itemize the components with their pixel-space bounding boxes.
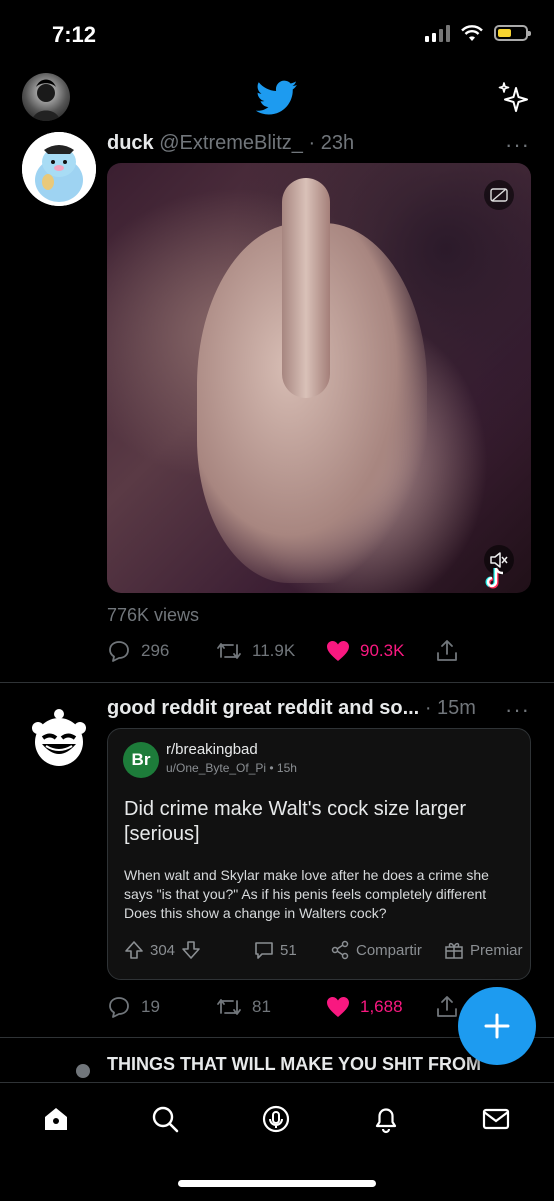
- more-options-button[interactable]: ···: [505, 697, 530, 723]
- search-icon: [152, 1106, 179, 1133]
- home-indicator: [178, 1180, 376, 1187]
- captions-off-icon: [490, 188, 508, 202]
- reply-icon: [109, 997, 129, 1018]
- next-tweet-preview[interactable]: THINGS THAT WILL MAKE YOU SHIT FROM: [107, 1054, 507, 1076]
- post-actions: 304 51 Compartir Premiar: [124, 939, 524, 961]
- plus-icon: [484, 1013, 510, 1039]
- captions-button[interactable]: [484, 180, 514, 210]
- share-post-button[interactable]: Compartir: [330, 940, 422, 960]
- retweet-button[interactable]: 81: [216, 996, 271, 1018]
- award-label: Premiar: [470, 941, 523, 959]
- cellular-signal-icon: [425, 24, 450, 42]
- status-indicators: [425, 24, 531, 42]
- sparkle-icon[interactable]: [496, 80, 530, 114]
- reply-icon: [109, 641, 129, 662]
- subreddit-icon: Br: [123, 742, 159, 778]
- twitter-bird-icon[interactable]: [256, 80, 298, 116]
- reply-button[interactable]: 296: [107, 640, 169, 662]
- reply-count: 296: [141, 641, 170, 660]
- nav-notifications[interactable]: [368, 1101, 404, 1137]
- like-button[interactable]: 1,688: [326, 996, 403, 1018]
- tweet-actions: 296 11.9K 90.3K: [0, 638, 554, 664]
- downvote-icon[interactable]: [181, 940, 201, 960]
- compose-tweet-button[interactable]: [458, 987, 536, 1065]
- share-button[interactable]: [436, 995, 458, 1019]
- vote-control: 304: [124, 940, 201, 960]
- upvote-icon[interactable]: [124, 940, 144, 960]
- subreddit-name: r/breakingbad: [166, 741, 258, 758]
- nav-spaces[interactable]: [258, 1101, 294, 1137]
- heart-filled-icon: [327, 997, 349, 1017]
- retweet-icon: [217, 643, 241, 659]
- more-options-button[interactable]: ···: [505, 132, 530, 158]
- retweet-count: 81: [252, 997, 271, 1016]
- upvote-count: 304: [150, 941, 176, 959]
- tweet-divider: [0, 682, 554, 683]
- share-nodes-icon: [331, 940, 349, 960]
- envelope-icon: [482, 1108, 510, 1130]
- author-name[interactable]: duck: [107, 132, 154, 154]
- comments-button[interactable]: 51: [254, 940, 297, 960]
- author-name[interactable]: good reddit great reddit and so...: [107, 697, 419, 719]
- view-count: 776K views: [107, 605, 200, 625]
- retweet-icon: [217, 999, 241, 1015]
- reply-button[interactable]: 19: [107, 996, 160, 1018]
- nav-messages[interactable]: [478, 1101, 514, 1137]
- author-handle[interactable]: @ExtremeBlitz_: [159, 132, 303, 154]
- award-button[interactable]: Premiar: [444, 940, 523, 960]
- share-label: Compartir: [356, 941, 422, 959]
- like-count: 90.3K: [360, 641, 405, 660]
- spaces-microphone-icon: [262, 1105, 290, 1133]
- home-icon: [45, 1108, 67, 1130]
- gift-icon: [445, 942, 463, 959]
- video-frame-detail: [282, 178, 330, 398]
- nav-search[interactable]: [147, 1101, 183, 1137]
- status-time: 7:12: [52, 22, 97, 47]
- tweet-time: · 15m: [424, 697, 476, 719]
- heart-filled-icon: [327, 641, 349, 661]
- tweet-time: · 23h: [308, 132, 355, 154]
- reddit-post-card[interactable]: Br r/breakingbad u/One_Byte_Of_Pi • 15h …: [107, 728, 531, 980]
- reply-count: 19: [141, 997, 160, 1016]
- post-author-time: u/One_Byte_Of_Pi • 15h: [166, 761, 297, 775]
- like-button[interactable]: 90.3K: [326, 640, 404, 662]
- nav-home[interactable]: [38, 1101, 74, 1137]
- like-count: 1,688: [360, 997, 403, 1016]
- post-title: Did crime make Walt's cock size larger […: [124, 798, 467, 845]
- tweet-avatar[interactable]: [22, 132, 96, 206]
- person-icon: [76, 1064, 90, 1078]
- share-icon: [437, 996, 457, 1017]
- retweet-button[interactable]: 11.9K: [216, 640, 295, 662]
- share-button[interactable]: [436, 639, 458, 663]
- post-body: When walt and Skylar make love after he …: [124, 867, 489, 921]
- profile-avatar[interactable]: [22, 73, 70, 121]
- share-icon: [437, 640, 457, 661]
- tweet-header: duck @ExtremeBlitz_ · 23h: [107, 132, 354, 155]
- tweet-header: good reddit great reddit and so... · 15m: [107, 697, 476, 720]
- tiktok-watermark-icon: [485, 567, 504, 589]
- wifi-icon: [461, 25, 483, 41]
- comment-count: 51: [280, 941, 297, 959]
- battery-icon: [494, 25, 531, 41]
- bell-icon: [375, 1108, 397, 1134]
- tweet-avatar[interactable]: [28, 706, 90, 768]
- tweet-video[interactable]: [107, 163, 531, 593]
- comment-icon: [255, 942, 273, 959]
- retweet-count: 11.9K: [252, 641, 296, 660]
